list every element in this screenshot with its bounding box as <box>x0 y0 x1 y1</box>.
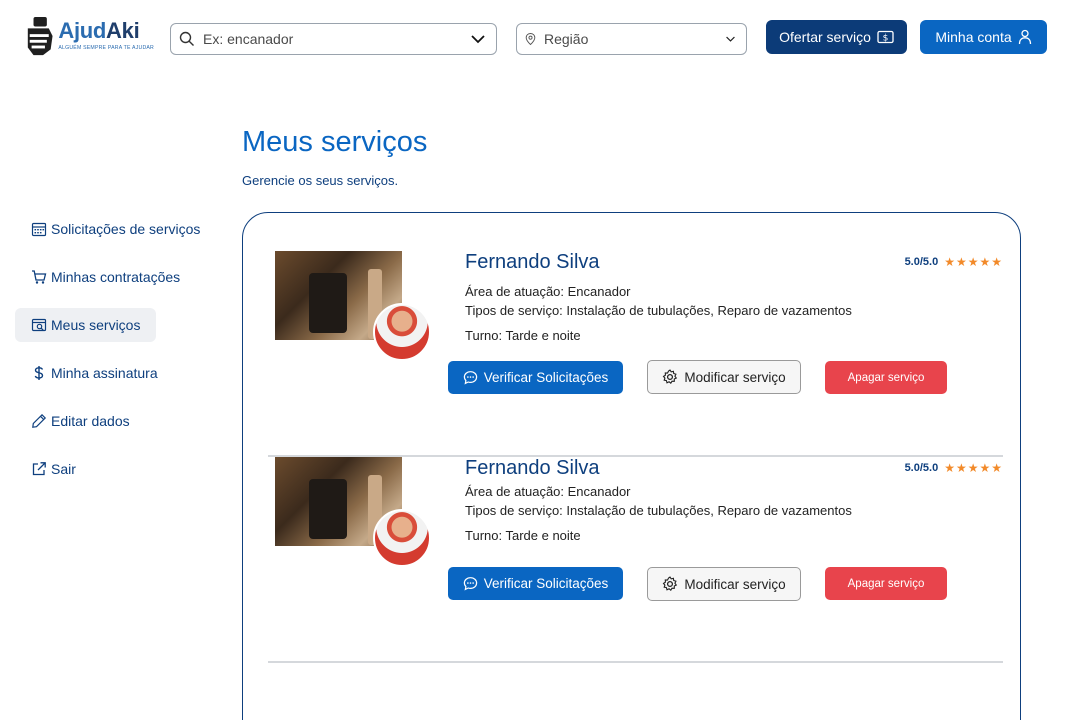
search-box[interactable] <box>170 23 497 55</box>
tipos-servico: Tipos de serviço: Instalação de tubulaçõ… <box>465 303 852 318</box>
modificar-servico-button[interactable]: Modificar serviço <box>647 360 801 394</box>
sidebar-item-label: Solicitações de serviços <box>51 221 201 237</box>
minha-conta-button[interactable]: Minha conta <box>920 20 1047 54</box>
service-card: Fernando Silva 5.0/5.0 ★★★★★ Área de atu… <box>268 457 1003 663</box>
sidebar-item-assinatura[interactable]: Minha assinatura <box>15 356 215 390</box>
pencil-icon <box>32 413 47 428</box>
turno: Turno: Tarde e noite <box>465 328 581 343</box>
provider-name: Fernando Silva <box>465 251 600 273</box>
logo[interactable]: AjudAki ALGUÉM SEMPRE PARA TE AJUDAR <box>24 14 154 62</box>
modificar-label: Modificar serviço <box>684 576 786 592</box>
minha-conta-label: Minha conta <box>935 29 1012 45</box>
verificar-label: Verificar Solicitações <box>483 370 609 385</box>
region-select[interactable] <box>516 23 747 55</box>
sidebar-item-label: Minhas contratações <box>51 269 181 285</box>
tipos-servico: Tipos de serviço: Instalação de tubulaçõ… <box>465 503 852 518</box>
location-pin-icon <box>525 33 536 46</box>
verificar-solicitacoes-button[interactable]: Verificar Solicitações <box>448 567 623 600</box>
calendar-icon <box>31 222 47 237</box>
sidebar-item-solicitacoes[interactable]: Solicitações de serviços <box>15 212 215 246</box>
money-icon: $ <box>877 30 894 44</box>
logo-name: AjudAki <box>58 18 140 43</box>
logo-tagline: ALGUÉM SEMPRE PARA TE AJUDAR <box>58 45 154 51</box>
region-input[interactable] <box>544 31 725 47</box>
sidebar-item-label: Sair <box>51 461 76 477</box>
rating-value: 5.0/5.0 <box>904 462 939 474</box>
rating: 5.0/5.0 ★★★★★ <box>905 255 1003 269</box>
verificar-label: Verificar Solicitações <box>483 576 609 591</box>
star-rating-icon: ★★★★★ <box>944 461 1003 475</box>
services-icon <box>31 318 47 332</box>
divider <box>268 661 1003 663</box>
gear-icon <box>663 369 678 385</box>
apagar-servico-button[interactable]: Apagar serviço <box>825 361 947 394</box>
chevron-down-icon[interactable] <box>725 32 736 46</box>
avatar <box>373 303 431 361</box>
search-icon <box>179 31 194 46</box>
gear-icon <box>663 576 678 592</box>
verificar-solicitacoes-button[interactable]: Verificar Solicitações <box>448 361 623 394</box>
sidebar-item-label: Meus serviços <box>51 317 141 333</box>
chevron-down-icon[interactable] <box>470 31 486 47</box>
sidebar-item-editar-dados[interactable]: Editar dados <box>15 404 215 438</box>
turno: Turno: Tarde e noite <box>465 528 581 543</box>
ofertar-servico-label: Ofertar serviço <box>779 29 871 45</box>
cart-icon <box>32 270 47 284</box>
rating: 5.0/5.0 ★★★★★ <box>905 461 1003 475</box>
page-title: Meus serviços <box>242 126 428 158</box>
chat-bubble-icon <box>463 371 477 385</box>
sidebar-item-contratacoes[interactable]: Minhas contratações <box>15 260 215 294</box>
sidebar-item-label: Minha assinatura <box>51 365 158 381</box>
page-subtitle: Gerencie os seus serviços. <box>242 173 399 188</box>
sidebar-item-meus-servicos[interactable]: Meus serviços <box>15 308 156 342</box>
sidebar-item-sair[interactable]: Sair <box>15 452 215 486</box>
sidebar-nav: Solicitações de serviços Minhas contrata… <box>15 212 215 500</box>
hand-logo-icon <box>27 17 53 56</box>
avatar <box>373 509 431 567</box>
modificar-label: Modificar serviço <box>684 369 786 385</box>
user-icon <box>1018 29 1031 45</box>
provider-name: Fernando Silva <box>465 457 600 479</box>
chat-bubble-icon <box>463 577 477 591</box>
area-atuacao: Área de atuação: Encanador <box>465 484 631 499</box>
svg-text:$: $ <box>883 34 889 44</box>
ofertar-servico-button[interactable]: Ofertar serviço $ <box>766 20 907 54</box>
external-link-icon <box>32 462 46 476</box>
dollar-icon <box>34 366 44 380</box>
apagar-servico-button[interactable]: Apagar serviço <box>825 567 947 600</box>
area-atuacao: Área de atuação: Encanador <box>465 284 631 299</box>
star-rating-icon: ★★★★★ <box>944 255 1003 269</box>
modificar-servico-button[interactable]: Modificar serviço <box>647 567 801 601</box>
service-card: Fernando Silva 5.0/5.0 ★★★★★ Área de atu… <box>268 251 1003 457</box>
rating-value: 5.0/5.0 <box>904 256 939 268</box>
search-input[interactable] <box>203 31 470 47</box>
sidebar-item-label: Editar dados <box>51 413 130 429</box>
